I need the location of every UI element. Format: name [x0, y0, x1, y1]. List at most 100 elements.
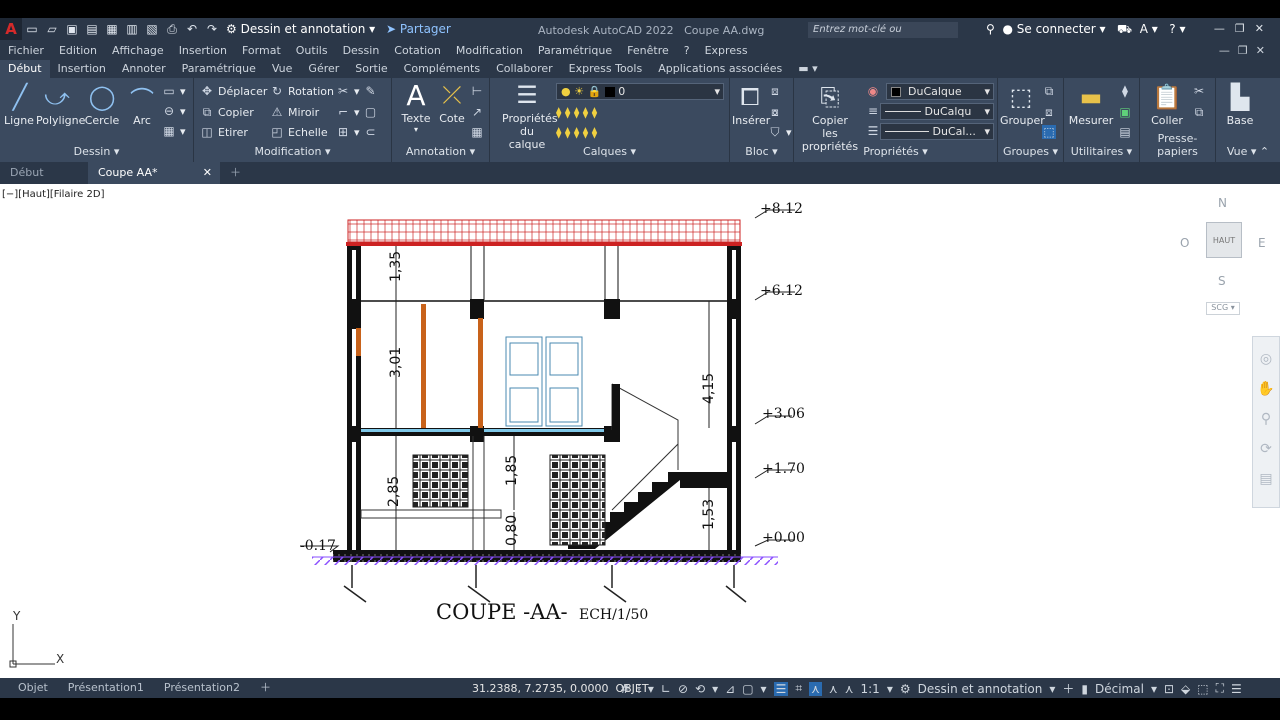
print-icon[interactable]: ⎙: [163, 20, 181, 38]
stretch-button[interactable]: ◫ Etirer: [200, 125, 248, 139]
transparency-icon[interactable]: ⌗: [795, 681, 802, 696]
viewcube-west[interactable]: O: [1180, 236, 1189, 250]
window-controls[interactable]: —❐✕: [1214, 22, 1274, 35]
move-button[interactable]: ✥ Déplacer: [200, 84, 267, 98]
measure-button[interactable]: ▬ Mesurer: [1068, 82, 1114, 127]
ribbon-minimize-toggle[interactable]: ▬ ▾: [790, 60, 825, 78]
units-icon[interactable]: ▮: [1081, 682, 1088, 696]
layer-tools-row-2[interactable]: ⧫ ⧫ ⧫ ⧫ ⧫: [556, 126, 597, 139]
panel-bloc-label[interactable]: Bloc ▾: [730, 145, 793, 158]
annotation-scale-value[interactable]: 1:1: [861, 682, 880, 696]
snap-icon[interactable]: ⁞: [637, 682, 641, 696]
add-layout-button[interactable]: ＋: [250, 678, 281, 698]
workspace-gear-icon[interactable]: ⚙: [900, 682, 911, 696]
menu-item-dessin[interactable]: Dessin: [343, 44, 380, 57]
create-block-button[interactable]: ⧈: [768, 84, 782, 99]
explode-icon[interactable]: ▢: [364, 105, 378, 119]
scale-button[interactable]: ◰ Echelle: [270, 125, 327, 139]
menu-item-insertion[interactable]: Insertion: [179, 44, 227, 57]
ellipse-button[interactable]: ⊖ ▾: [162, 104, 186, 118]
lineweight-dropdown[interactable]: DuCalqu ▾: [880, 103, 994, 120]
export-icon[interactable]: ▧: [143, 20, 161, 38]
ucs-menu[interactable]: SCG ▾: [1206, 302, 1240, 315]
viewcube-south[interactable]: S: [1218, 274, 1226, 288]
offset-icon[interactable]: ⊂: [364, 125, 378, 139]
add-icon[interactable]: ＋: [1062, 680, 1074, 697]
text-button[interactable]: A Texte ▾: [396, 79, 436, 135]
rotate-button[interactable]: ↻ Rotation: [270, 84, 334, 98]
doc-window-controls[interactable]: —❐✕: [1219, 44, 1273, 57]
grid-icon[interactable]: #: [620, 682, 630, 696]
viewcube-top-face[interactable]: HAUT: [1206, 222, 1242, 258]
viewcube-east[interactable]: E: [1258, 236, 1266, 250]
arc-button[interactable]: ⌒ Arc: [124, 82, 160, 128]
menu-item-parametrique[interactable]: Paramétrique: [538, 44, 612, 57]
viewcube-north[interactable]: N: [1218, 196, 1227, 210]
tab-insertion[interactable]: Insertion: [50, 60, 114, 78]
lineweight-toggle-icon[interactable]: ☰: [773, 681, 789, 696]
hatch-button[interactable]: ▦ ▾: [162, 124, 185, 138]
fillet-button[interactable]: ⌐ ▾ ▢: [336, 105, 378, 119]
copy-button[interactable]: ⧉ Copier: [200, 105, 254, 120]
tab-collaborer[interactable]: Collaborer: [488, 60, 561, 78]
orbit-icon[interactable]: ⟳: [1253, 441, 1279, 457]
units-value[interactable]: Décimal: [1095, 682, 1144, 696]
paste-button[interactable]: 📋 Coller: [1146, 82, 1188, 127]
close-tab-icon[interactable]: ✕: [203, 162, 212, 184]
trim-button[interactable]: ✂ ▾ ✎: [336, 84, 378, 98]
new-tab-button[interactable]: ＋: [220, 162, 250, 184]
panel-proprietes-label[interactable]: Propriétés ▾: [794, 145, 997, 158]
panel-groupes-label[interactable]: Groupes ▾: [998, 145, 1063, 158]
drawing-canvas[interactable]: [−][Haut][Filaire 2D] +8.12 +6.12 +3.06 …: [0, 184, 1280, 678]
workspace-status-label[interactable]: Dessin et annotation: [918, 682, 1043, 696]
match-properties-button[interactable]: ⎘ Copier les propriétés: [796, 82, 864, 153]
save-as-icon[interactable]: ▤: [83, 20, 101, 38]
redo-icon[interactable]: ↷: [203, 20, 221, 38]
model-tab[interactable]: Objet: [8, 678, 58, 698]
web-save-icon[interactable]: ▦: [103, 20, 121, 38]
array-button[interactable]: ⊞ ▾ ⊂: [336, 125, 378, 139]
cut-button[interactable]: ✂: [1192, 84, 1206, 98]
calculator-button[interactable]: ▤: [1118, 125, 1132, 139]
open-folder-icon[interactable]: ▱: [43, 20, 61, 38]
isodraft-icon[interactable]: ⟲: [695, 682, 705, 696]
ortho-icon[interactable]: ∟: [661, 682, 671, 696]
tab-express-tools[interactable]: Express Tools: [561, 60, 651, 78]
linetype-dropdown[interactable]: DuCal... ▾: [880, 123, 994, 140]
new-file-icon[interactable]: ▭: [23, 20, 41, 38]
block-attributes-button[interactable]: ⛉ ▾: [768, 125, 791, 140]
pan-icon[interactable]: ✋: [1253, 381, 1279, 397]
menu-item-fichier[interactable]: Fichier: [8, 44, 44, 57]
layout1-tab[interactable]: Présentation1: [58, 678, 154, 698]
panel-presse-label[interactable]: Presse-papiers: [1140, 132, 1215, 158]
tab-vue[interactable]: Vue: [264, 60, 301, 78]
group-button[interactable]: ⬚ Grouper: [1000, 82, 1045, 127]
erase-icon[interactable]: ✎: [364, 84, 378, 98]
quick-select-button[interactable]: ⧫: [1118, 84, 1132, 98]
sign-in-button[interactable]: ⚲ ● Se connecter ▾ ⛟ A ▾ ? ▾: [986, 22, 1185, 38]
menu-item-format[interactable]: Format: [242, 44, 281, 57]
annotation-visibility-icon[interactable]: ⋏: [809, 681, 822, 696]
tab-start[interactable]: Début: [0, 162, 88, 184]
tab-parametrique[interactable]: Paramétrique: [174, 60, 264, 78]
edit-block-button[interactable]: ⧇: [768, 105, 782, 120]
color-dropdown[interactable]: DuCalque ▾: [886, 83, 994, 100]
annotation-scale-icon[interactable]: ⋏: [845, 682, 854, 696]
tab-sortie[interactable]: Sortie: [347, 60, 395, 78]
ungroup-button[interactable]: ⧉: [1042, 84, 1056, 99]
workspace-selector[interactable]: ⚙ Dessin et annotation ▾: [226, 20, 376, 38]
group-edit-button[interactable]: ⧈: [1042, 105, 1056, 120]
polar-icon[interactable]: ⊘: [678, 682, 688, 696]
menu-item-fenetre[interactable]: Fenêtre: [627, 44, 669, 57]
snap-track-icon[interactable]: ▢: [742, 682, 753, 696]
menu-item-express[interactable]: Express: [705, 44, 748, 57]
menu-item-outils[interactable]: Outils: [296, 44, 328, 57]
auto-scale-icon[interactable]: ⋏: [829, 682, 838, 696]
layer-tools-row-1[interactable]: ⧫ ⧫ ⧫ ⧫ ⧫: [556, 106, 597, 119]
panel-vue-label[interactable]: Vue ▾ ⌃: [1216, 145, 1280, 158]
isolate-objects-icon[interactable]: ⬙: [1181, 682, 1190, 696]
layer-dropdown[interactable]: ● ☀ 🔒 0 ▾: [556, 83, 724, 100]
dimension-button[interactable]: ⤫ Cote: [434, 80, 470, 125]
customize-icon[interactable]: ☰: [1231, 682, 1242, 696]
autodesk-icon[interactable]: A: [1140, 22, 1148, 36]
